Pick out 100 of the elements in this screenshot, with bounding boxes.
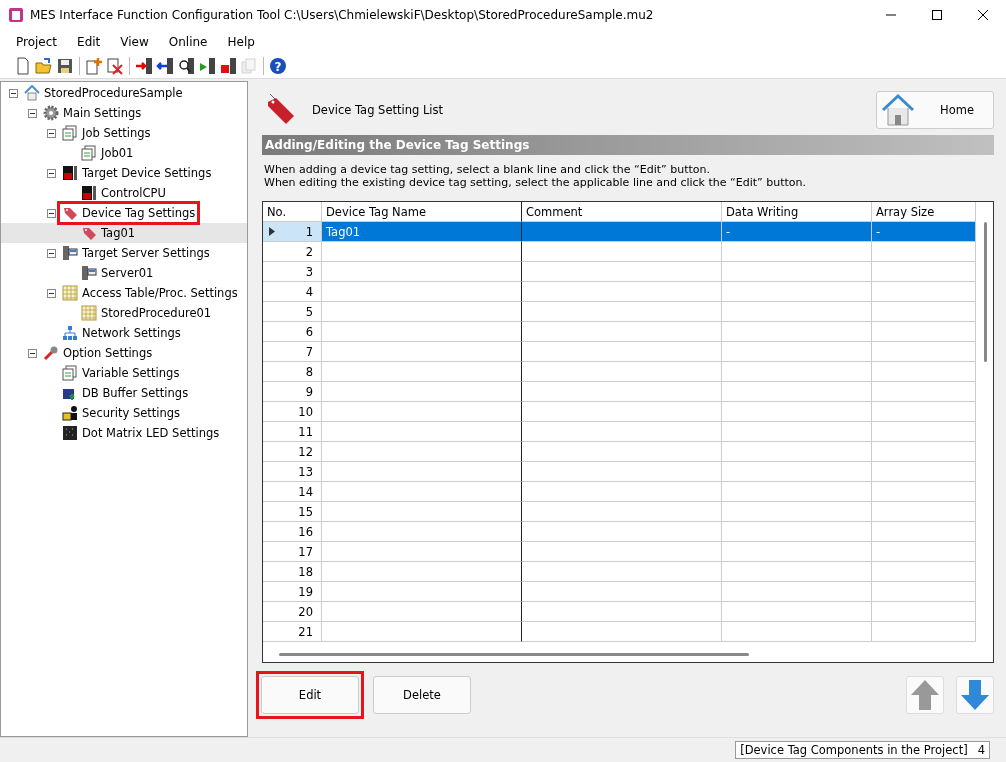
table-cell[interactable] [322, 342, 522, 362]
network-icon [62, 325, 78, 341]
window-title: MES Interface Function Configuration Tool C:\Users\ChmielewskiF\Desktop\StoredProcedureSample.mu2 [30, 8, 654, 22]
tree-item[interactable]: Job01 [101, 146, 134, 160]
row-header[interactable]: 7 [263, 342, 322, 362]
collapse-icon[interactable] [9, 88, 18, 98]
tree-item[interactable]: Variable Settings [82, 366, 180, 380]
table-cell[interactable] [322, 582, 522, 602]
tree-item[interactable]: StoredProcedure01 [101, 306, 212, 320]
close-icon[interactable] [977, 9, 989, 21]
collapse-icon[interactable] [47, 208, 56, 218]
collapse-icon[interactable] [28, 348, 37, 358]
read-icon[interactable] [156, 57, 174, 75]
row-header[interactable]: 3 [263, 262, 322, 282]
home-button[interactable]: Home [876, 91, 994, 129]
tree-item[interactable]: Tag01 [101, 226, 136, 240]
menu-item[interactable]: Project [6, 35, 68, 49]
table-cell[interactable] [322, 462, 522, 482]
tree-item[interactable]: Target Device Settings [82, 166, 212, 180]
table-cell[interactable]: - [872, 222, 976, 242]
tree-item[interactable]: Job Settings [82, 126, 151, 140]
menu-item[interactable]: Help [217, 35, 265, 49]
tree-item[interactable]: ControlCPU [101, 186, 166, 200]
run-icon[interactable] [198, 57, 216, 75]
find-icon[interactable] [177, 57, 195, 75]
move-down-button[interactable] [956, 676, 994, 714]
table-cell[interactable] [322, 542, 522, 562]
row-header[interactable]: 21 [263, 622, 322, 642]
row-header[interactable]: 1 [263, 222, 322, 242]
status-count: 4 [977, 743, 985, 757]
table-cell[interactable] [322, 242, 522, 262]
table-cell[interactable] [322, 502, 522, 522]
row-header[interactable]: 4 [263, 282, 322, 302]
tree-item[interactable]: DB Buffer Settings [82, 386, 189, 400]
table-cell[interactable] [322, 322, 522, 342]
tree-item[interactable]: StoredProcedureSample [44, 86, 183, 100]
row-header[interactable]: 20 [263, 602, 322, 622]
table-cell[interactable] [322, 622, 522, 642]
menu-item[interactable]: View [110, 35, 159, 49]
table-cell[interactable] [322, 562, 522, 582]
open-icon[interactable] [35, 57, 53, 75]
row-header[interactable]: 2 [263, 242, 322, 262]
row-header[interactable]: 13 [263, 462, 322, 482]
menu-item[interactable]: Online [158, 35, 218, 49]
horizontal-scrollbar[interactable] [279, 653, 749, 656]
table-cell[interactable] [322, 442, 522, 462]
collapse-icon[interactable] [28, 108, 37, 118]
new-icon[interactable] [14, 57, 32, 75]
table-cell[interactable] [322, 522, 522, 542]
arrow-up-icon [910, 679, 940, 711]
table-cell[interactable] [322, 482, 522, 502]
row-header[interactable]: 19 [263, 582, 322, 602]
table-cell[interactable] [322, 422, 522, 442]
tree-item[interactable]: Security Settings [82, 406, 181, 420]
table-cell[interactable]: - [722, 222, 872, 242]
row-number: 14 [298, 484, 313, 499]
tree-item[interactable]: Option Settings [63, 346, 153, 360]
add-icon[interactable] [85, 57, 103, 75]
row-header[interactable]: 11 [263, 422, 322, 442]
table-cell[interactable] [322, 382, 522, 402]
help-icon[interactable]: ? [269, 57, 287, 75]
collapse-icon[interactable] [47, 128, 56, 138]
action-button[interactable]: Delete [373, 676, 471, 714]
row-header[interactable]: 16 [263, 522, 322, 542]
tree-item[interactable]: Network Settings [82, 326, 181, 340]
stop-icon[interactable] [219, 57, 237, 75]
tree-item[interactable]: Target Server Settings [82, 246, 210, 260]
table-cell[interactable] [322, 302, 522, 322]
row-header[interactable]: 10 [263, 402, 322, 422]
row-header[interactable]: 5 [263, 302, 322, 322]
row-header[interactable]: 15 [263, 502, 322, 522]
row-header[interactable]: 6 [263, 322, 322, 342]
row-number: 20 [298, 604, 313, 619]
tree-item[interactable]: Server01 [101, 266, 154, 280]
row-header[interactable]: 17 [263, 542, 322, 562]
tree-item[interactable]: Main Settings [63, 106, 142, 120]
row-header[interactable]: 8 [263, 362, 322, 382]
tree-item[interactable]: Dot Matrix LED Settings [82, 426, 220, 440]
row-header[interactable]: 18 [263, 562, 322, 582]
table-cell[interactable] [322, 262, 522, 282]
table-cell[interactable] [322, 362, 522, 382]
table-cell[interactable]: Tag01 [322, 222, 522, 242]
row-header[interactable]: 14 [263, 482, 322, 502]
table-cell[interactable] [322, 602, 522, 622]
action-button[interactable]: Edit [261, 676, 359, 714]
tree-item[interactable]: Access Table/Proc. Settings [82, 286, 238, 300]
collapse-icon[interactable] [47, 248, 56, 258]
vertical-scrollbar[interactable] [984, 222, 987, 362]
row-number: 13 [298, 464, 313, 479]
table-cell[interactable] [322, 282, 522, 302]
menu-item[interactable]: Edit [67, 35, 111, 49]
maximize-icon[interactable] [931, 9, 943, 21]
collapse-icon[interactable] [47, 168, 56, 178]
remove-icon[interactable] [106, 57, 124, 75]
row-header[interactable]: 12 [263, 442, 322, 462]
save-icon[interactable] [56, 57, 74, 75]
collapse-icon[interactable] [47, 288, 56, 298]
row-header[interactable]: 9 [263, 382, 322, 402]
write-icon[interactable] [135, 57, 153, 75]
table-cell[interactable] [322, 402, 522, 422]
